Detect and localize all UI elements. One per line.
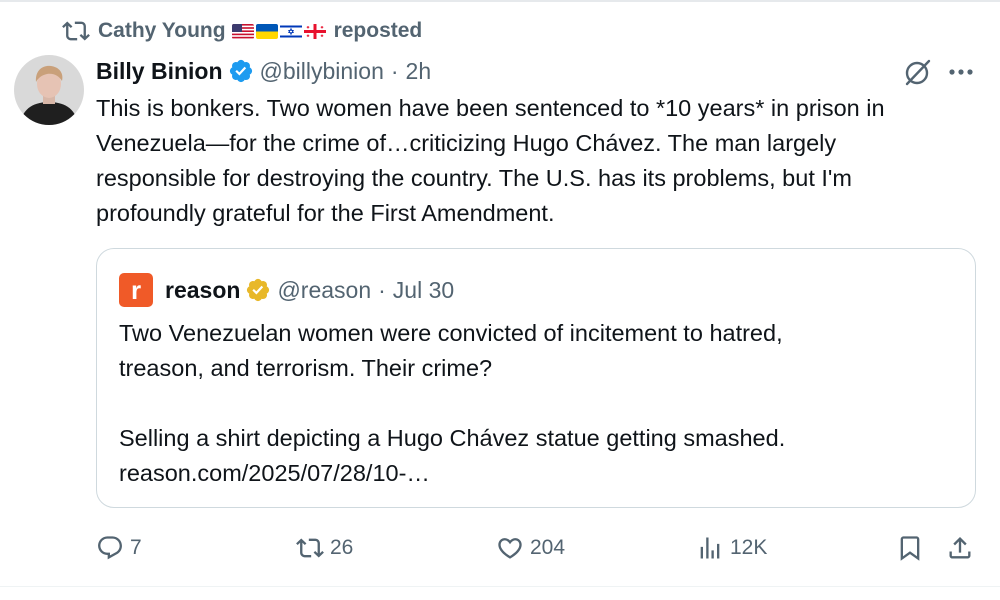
tweet-text-line: responsible for destroying the country. …	[96, 165, 852, 191]
reply-count: 7	[130, 536, 142, 559]
quoted-author-name[interactable]: reason	[165, 277, 240, 304]
gold-verified-badge-icon[interactable]	[245, 277, 271, 303]
heart-icon	[498, 538, 522, 559]
tweet-header: Billy Binion @billybinion · 2h	[96, 54, 431, 88]
reason-logo-avatar[interactable]: r	[119, 273, 153, 307]
repost-icon	[62, 21, 90, 41]
us-flag-icon	[231, 23, 254, 39]
views-button[interactable]: 12K	[696, 528, 767, 568]
repost-user-name[interactable]: Cathy Young	[98, 19, 226, 43]
verified-badge-icon[interactable]	[228, 58, 254, 84]
timestamp[interactable]: 2h	[406, 58, 432, 85]
ukraine-flag-icon	[255, 23, 278, 39]
tweet-text: This is bonkers. Two women have been sen…	[96, 91, 976, 231]
author-name[interactable]: Billy Binion	[96, 58, 223, 85]
like-count: 204	[530, 536, 566, 559]
quoted-tweet-text: Two Venezuelan women were convicted of i…	[119, 316, 949, 491]
avatar-image	[14, 55, 84, 125]
action-bar: 7 26 204 12K	[0, 528, 1000, 568]
repost-label: reposted	[333, 19, 423, 42]
repost-header[interactable]: Cathy Young reposted	[62, 14, 422, 48]
quoted-text-line	[119, 386, 949, 421]
reply-icon	[98, 536, 122, 560]
quoted-author-handle[interactable]: @reason	[277, 277, 371, 304]
views-count: 12K	[730, 536, 768, 559]
reply-button[interactable]: 7	[96, 528, 142, 568]
share-button[interactable]	[946, 528, 980, 568]
tweet-text-line: Venezuela—for the crime of…criticizing H…	[96, 130, 837, 156]
bookmark-button[interactable]	[896, 528, 930, 568]
avatar[interactable]	[14, 55, 84, 125]
repost-icon	[296, 538, 324, 558]
repost-count: 26	[330, 536, 354, 559]
quoted-link[interactable]: reason.com/2025/07/28/10-…	[119, 456, 949, 491]
quoted-text-line: Selling a shirt depicting a Hugo Chávez …	[119, 425, 786, 451]
quoted-text-line: Two Venezuelan women were convicted of i…	[119, 320, 783, 346]
separator-dot: ·	[390, 57, 399, 84]
share-icon	[949, 537, 971, 559]
flag-emojis	[231, 23, 328, 39]
bookmark-icon	[900, 536, 920, 561]
quoted-tweet-header: r reason @reason · Jul 30	[119, 273, 454, 307]
georgia-flag-icon	[303, 23, 326, 39]
quoted-tweet-card[interactable]: r reason @reason · Jul 30 Two Venezuelan…	[96, 248, 976, 508]
repost-button[interactable]: 26	[296, 528, 353, 568]
separator-dot: ·	[378, 276, 386, 303]
author-handle[interactable]: @billybinion	[260, 58, 384, 85]
bottom-divider	[0, 586, 1000, 587]
more-icon[interactable]	[946, 60, 976, 84]
grok-icon[interactable]	[902, 56, 934, 88]
views-icon	[700, 537, 720, 559]
like-button[interactable]: 204	[496, 528, 565, 568]
israel-flag-icon	[279, 23, 302, 39]
tweet-text-line: profoundly grateful for the First Amendm…	[96, 200, 555, 226]
tweet-text-line: This is bonkers. Two women have been sen…	[96, 95, 885, 121]
quoted-date[interactable]: Jul 30	[393, 277, 454, 304]
quoted-text-line: treason, and terrorism. Their crime?	[119, 355, 493, 381]
top-divider	[0, 0, 1000, 2]
